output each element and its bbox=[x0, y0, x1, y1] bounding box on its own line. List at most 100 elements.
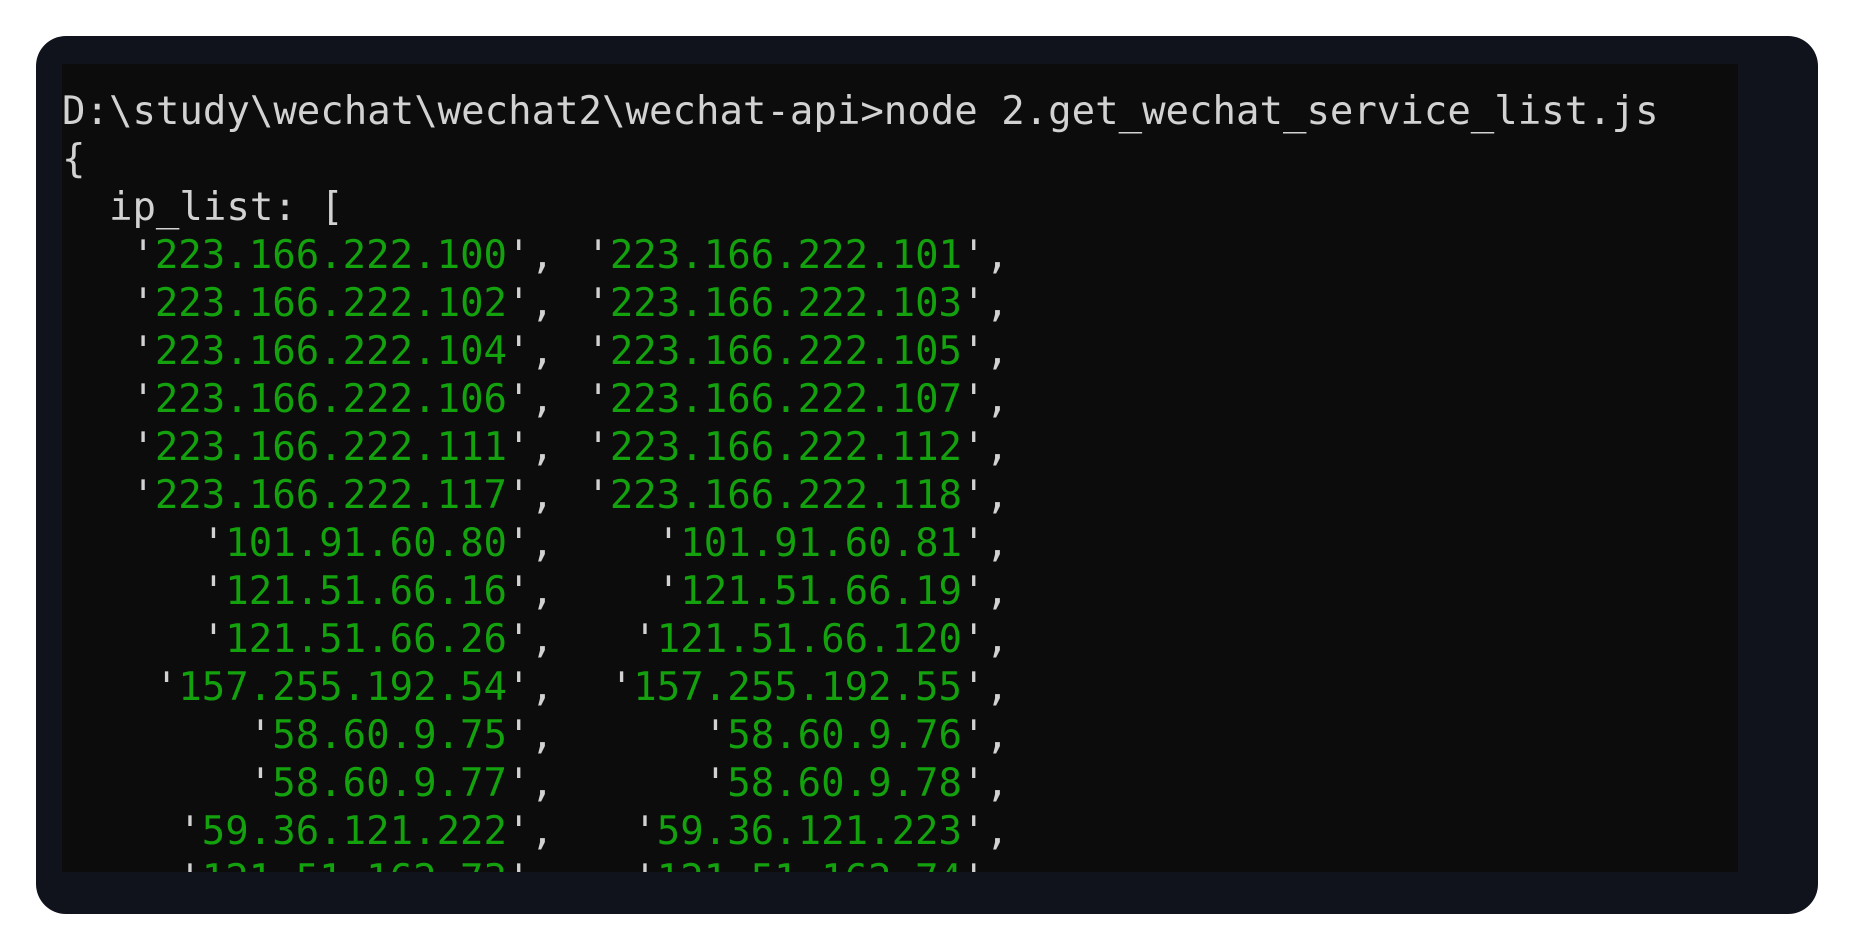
quote-open: ' bbox=[586, 425, 610, 470]
quote-close: ' bbox=[507, 281, 531, 326]
quote-open: ' bbox=[201, 521, 226, 566]
quote-close: ' bbox=[507, 617, 531, 662]
ip-row: '121.51.66.16', '121.51.66.19', bbox=[62, 568, 1162, 616]
ip-row: '121.51.66.26', '121.51.66.120', bbox=[62, 616, 1162, 664]
ip-address: 223.166.222.100 bbox=[154, 233, 508, 278]
ip-row: '121.51.162.73','121.51.162.74', bbox=[62, 856, 1162, 872]
ip-address: 223.166.222.111 bbox=[154, 425, 508, 470]
ip-entry-right: '223.166.222.105', bbox=[554, 328, 1009, 376]
comma: , bbox=[985, 377, 1009, 422]
ip-row: '58.60.9.75', '58.60.9.76', bbox=[62, 712, 1162, 760]
quote-close: ' bbox=[962, 233, 986, 278]
comma: , bbox=[530, 377, 554, 422]
quote-open: ' bbox=[178, 809, 202, 854]
ip-row: '223.166.222.106', '223.166.222.107', bbox=[62, 376, 1162, 424]
quote-close: ' bbox=[507, 425, 531, 470]
quote-open: ' bbox=[131, 329, 155, 374]
quote-close: ' bbox=[962, 569, 986, 614]
comma: , bbox=[985, 665, 1009, 710]
comma: , bbox=[530, 473, 554, 518]
quote-open: ' bbox=[703, 761, 728, 806]
quote-open: ' bbox=[586, 329, 610, 374]
comma: , bbox=[530, 761, 554, 806]
ip-entry-left: '223.166.222.111', bbox=[62, 424, 554, 472]
quote-close: ' bbox=[962, 377, 986, 422]
quote-open: ' bbox=[609, 665, 634, 710]
ip-entry-right: '157.255.192.55', bbox=[554, 664, 1009, 712]
ip-entry-right: '121.51.66.120', bbox=[554, 616, 1009, 664]
terminal-console[interactable]: D:\study\wechat\wechat2\wechat-api>node … bbox=[62, 64, 1738, 872]
ip-entry-right: '58.60.9.76', bbox=[554, 712, 1009, 760]
quote-open: ' bbox=[586, 473, 610, 518]
ip-address: 121.51.66.26 bbox=[225, 617, 508, 662]
comma: , bbox=[530, 569, 554, 614]
ip-entry-right: '223.166.222.101', bbox=[554, 232, 1009, 280]
comma: , bbox=[985, 233, 1009, 278]
quote-close: ' bbox=[962, 425, 986, 470]
comma: , bbox=[530, 521, 554, 566]
open-brace: { bbox=[62, 137, 86, 182]
ip-address: 121.51.162.73 bbox=[202, 857, 507, 872]
comma: , bbox=[530, 809, 554, 854]
ip-address: 223.166.222.105 bbox=[609, 329, 963, 374]
quote-open: ' bbox=[131, 377, 155, 422]
quote-open: ' bbox=[154, 665, 179, 710]
comma: , bbox=[985, 281, 1009, 326]
ip-entry-right: '223.166.222.118', bbox=[554, 472, 1009, 520]
quote-close: ' bbox=[962, 809, 986, 854]
comma: , bbox=[985, 761, 1009, 806]
ip-row: '58.60.9.77', '58.60.9.78', bbox=[62, 760, 1162, 808]
ip-address: 58.60.9.75 bbox=[272, 713, 508, 758]
comma: , bbox=[985, 569, 1009, 614]
ip-address: 58.60.9.77 bbox=[272, 761, 508, 806]
comma: , bbox=[530, 665, 554, 710]
ip-address: 223.166.222.101 bbox=[609, 233, 963, 278]
quote-open: ' bbox=[131, 425, 155, 470]
ip-entry-right: '121.51.66.19', bbox=[554, 568, 1009, 616]
ip-entry-right: '223.166.222.107', bbox=[554, 376, 1009, 424]
ip-entry-right: '121.51.162.74', bbox=[554, 856, 1009, 872]
ip-address: 223.166.222.104 bbox=[154, 329, 508, 374]
comma: , bbox=[985, 617, 1009, 662]
quote-close: ' bbox=[507, 857, 530, 872]
ip-address: 223.166.222.107 bbox=[609, 377, 963, 422]
ip-address: 157.255.192.55 bbox=[633, 665, 963, 710]
quote-open: ' bbox=[248, 761, 273, 806]
ip-address: 101.91.60.81 bbox=[680, 521, 963, 566]
ip-entry-right: '101.91.60.81', bbox=[554, 520, 1009, 568]
quote-close: ' bbox=[507, 329, 531, 374]
quote-open: ' bbox=[633, 857, 656, 872]
ip-address: 223.166.222.118 bbox=[609, 473, 963, 518]
comma: , bbox=[530, 617, 554, 662]
ip-address: 223.166.222.112 bbox=[609, 425, 963, 470]
quote-open: ' bbox=[586, 281, 610, 326]
ip-address: 58.60.9.76 bbox=[727, 713, 963, 758]
quote-open: ' bbox=[248, 713, 273, 758]
ip-row: '223.166.222.111', '223.166.222.112', bbox=[62, 424, 1162, 472]
ip-list-key: ip_list: [ bbox=[62, 185, 344, 230]
quote-open: ' bbox=[633, 617, 657, 662]
quote-open: ' bbox=[656, 569, 681, 614]
ip-address: 157.255.192.54 bbox=[178, 665, 508, 710]
ip-entry-left: '58.60.9.75', bbox=[62, 712, 554, 760]
ip-address: 121.51.66.19 bbox=[680, 569, 963, 614]
quote-close: ' bbox=[962, 329, 986, 374]
ip-address: 59.36.121.222 bbox=[201, 809, 508, 854]
quote-open: ' bbox=[201, 617, 226, 662]
ip-row: '59.36.121.222', '59.36.121.223', bbox=[62, 808, 1162, 856]
comma: , bbox=[530, 329, 554, 374]
ip-entry-left: '223.166.222.102', bbox=[62, 280, 554, 328]
quote-close: ' bbox=[507, 377, 531, 422]
comma: , bbox=[985, 809, 1009, 854]
comma: , bbox=[985, 329, 1009, 374]
ip-entry-left: '121.51.162.73', bbox=[62, 856, 554, 872]
quote-open: ' bbox=[131, 473, 155, 518]
ip-address: 59.36.121.223 bbox=[656, 809, 963, 854]
ip-address: 121.51.66.120 bbox=[656, 617, 963, 662]
quote-close: ' bbox=[507, 665, 531, 710]
ip-row: '223.166.222.102', '223.166.222.103', bbox=[62, 280, 1162, 328]
quote-close: ' bbox=[962, 665, 986, 710]
ip-entry-left: '121.51.66.16', bbox=[62, 568, 554, 616]
ip-entry-left: '223.166.222.100', bbox=[62, 232, 554, 280]
quote-open: ' bbox=[656, 521, 681, 566]
